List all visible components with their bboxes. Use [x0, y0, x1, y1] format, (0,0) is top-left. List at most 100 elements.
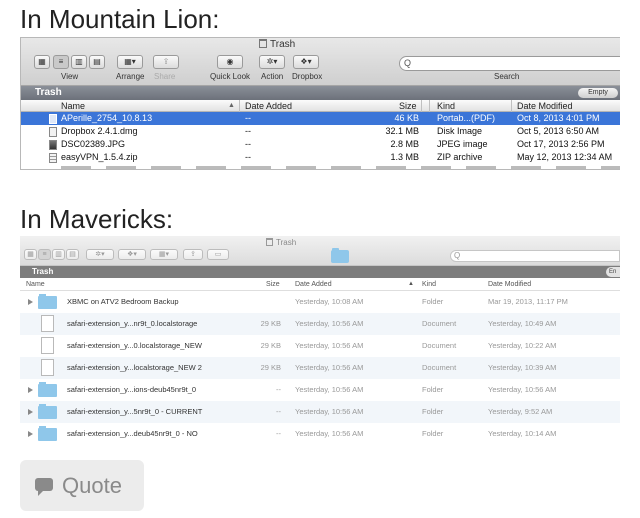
action-button[interactable]: ✲▾: [86, 249, 114, 260]
file-date-added: Yesterday, 10:56 AM: [295, 429, 364, 438]
trash-icon: [266, 238, 273, 246]
coverflow-view-button[interactable]: ▤: [89, 55, 105, 69]
dropbox-button[interactable]: ❖▾: [118, 249, 146, 260]
action-label: Action: [261, 72, 284, 81]
file-kind: Document: [422, 341, 457, 350]
disclosure-triangle-icon[interactable]: [28, 387, 33, 393]
trash-icon: [259, 39, 267, 48]
file-row[interactable]: safari-extension_y...nr9t_0.localstorage…: [20, 313, 620, 335]
arrange-label: Arrange: [116, 72, 145, 81]
column-divider: [239, 100, 240, 112]
search-field[interactable]: Q: [399, 56, 620, 71]
file-row[interactable]: safari-extension_y...0.localstorage_NEW …: [20, 335, 620, 357]
file-row[interactable]: easyVPN_1.5.4.zip -- 1.3 MB ZIP archive …: [21, 151, 620, 164]
heading-mountain-lion: In Mountain Lion:: [20, 4, 220, 34]
file-kind: Document: [422, 363, 457, 372]
share-button[interactable]: ⇪: [153, 55, 179, 69]
file-row[interactable]: safari-extension_y...5nr9t_0 - CURRENT -…: [20, 401, 620, 423]
empty-trash-button[interactable]: En: [606, 267, 620, 277]
file-date-added: Yesterday, 10:56 AM: [295, 319, 364, 328]
icon-view-button[interactable]: ▦: [34, 55, 50, 69]
dmg-icon: [49, 127, 57, 137]
column-header-kind[interactable]: Kind: [422, 278, 436, 291]
file-kind: Folder: [422, 385, 444, 394]
quote-label: Quote: [62, 473, 122, 498]
file-name: safari-extension_y...0.localstorage_NEW: [67, 341, 202, 350]
gear-icon: ✲▾: [266, 57, 278, 66]
file-date-added: --: [245, 139, 251, 149]
quick-look-label: Quick Look: [210, 72, 251, 81]
path-label: Trash: [32, 267, 54, 276]
tags-button[interactable]: ▭: [207, 249, 229, 260]
column-header-size[interactable]: Size: [266, 278, 280, 291]
dropbox-icon: ❖▾: [300, 57, 312, 66]
column-header-date-modified[interactable]: Date Modified: [517, 100, 573, 112]
file-row[interactable]: safari-extension_y...ions-deub45nr9t_0 -…: [20, 379, 620, 401]
toolbar: Trash ▦ ≡ ▥ ▤ View ▦▾ Arrange ⇪ Share ◉ …: [21, 38, 620, 86]
mavericks-finder-window: Trash ▦ ≡ ▥ ▤ ✲▾ ❖▾ ▦▾ ⇪ ▭ Q Trash En Na…: [20, 236, 620, 448]
file-date-added: Yesterday, 10:56 AM: [295, 385, 364, 394]
path-label: Trash: [35, 87, 62, 98]
file-date-added: Yesterday, 10:56 AM: [295, 407, 364, 416]
column-header-date-modified[interactable]: Date Modified: [488, 278, 531, 291]
empty-trash-button[interactable]: Empty: [578, 88, 618, 98]
document-icon: [41, 315, 54, 332]
disclosure-triangle-icon[interactable]: [28, 409, 33, 415]
file-row[interactable]: safari-extension_y...deub45nr9t_0 - NO -…: [20, 423, 620, 445]
column-view-button[interactable]: ▥: [71, 55, 87, 69]
disclosure-triangle-icon[interactable]: [28, 431, 33, 437]
column-header-name[interactable]: Name: [26, 278, 45, 291]
file-row[interactable]: XBMC on ATV2 Bedroom Backup Yesterday, 1…: [20, 291, 620, 313]
file-kind: Folder: [422, 297, 444, 306]
file-size: 46 KB: [394, 113, 419, 123]
column-header-kind[interactable]: Kind: [437, 100, 455, 112]
column-header-date-added[interactable]: Date Added: [245, 100, 292, 112]
disclosure-triangle-icon[interactable]: [28, 299, 33, 305]
file-name: easyVPN_1.5.4.zip: [61, 152, 138, 162]
file-date-modified: May 12, 2013 12:34 AM: [517, 152, 613, 162]
file-name: safari-extension_y...nr9t_0.localstorage: [67, 319, 198, 328]
view-label: View: [61, 72, 79, 81]
search-icon: Q: [404, 58, 412, 68]
list-view-button[interactable]: ≡: [53, 55, 69, 69]
arrange-button[interactable]: ▦▾: [117, 55, 143, 69]
list-view-button[interactable]: ≡: [38, 249, 51, 260]
zip-icon: [49, 153, 57, 163]
file-size: --: [276, 429, 281, 438]
file-row[interactable]: DSC02389.JPG -- 2.8 MB JPEG image Oct 17…: [21, 138, 620, 151]
jpeg-icon: [49, 140, 57, 150]
dropbox-label: Dropbox: [292, 72, 323, 81]
quick-look-button[interactable]: ◉: [217, 55, 243, 69]
folder-icon: [38, 294, 57, 309]
column-header-name[interactable]: Name: [61, 100, 85, 112]
file-date-added: --: [245, 152, 251, 162]
search-field[interactable]: Q: [450, 250, 620, 262]
file-date-modified: Oct 17, 2013 2:56 PM: [517, 139, 605, 149]
share-button[interactable]: ⇪: [183, 249, 203, 260]
file-name: Dropbox 2.4.1.dmg: [61, 126, 138, 136]
file-size: 1.3 MB: [390, 152, 419, 162]
file-row[interactable]: safari-extension_y...localstorage_NEW 2 …: [20, 357, 620, 379]
column-view-button[interactable]: ▥: [52, 249, 65, 260]
file-kind: JPEG image: [437, 139, 488, 149]
file-date-added: --: [245, 126, 251, 136]
file-name: safari-extension_y...deub45nr9t_0 - NO: [67, 429, 198, 438]
arrange-button[interactable]: ▦▾: [150, 249, 178, 260]
column-header-date-added[interactable]: Date Added: [295, 278, 332, 291]
action-button[interactable]: ✲▾: [259, 55, 285, 69]
file-row[interactable]: Dropbox 2.4.1.dmg -- 32.1 MB Disk Image …: [21, 125, 620, 138]
column-header-size[interactable]: Size: [399, 100, 417, 112]
coverflow-view-button[interactable]: ▤: [66, 249, 79, 260]
eye-icon: ◉: [226, 57, 234, 66]
icon-view-button[interactable]: ▦: [24, 249, 37, 260]
file-date-modified: Yesterday, 10:39 AM: [488, 363, 557, 372]
quote-button[interactable]: Quote: [20, 460, 144, 511]
file-row[interactable]: APerille_2754_10.8.13 -- 46 KB Portab...…: [21, 112, 620, 125]
file-name: safari-extension_y...localstorage_NEW 2: [67, 363, 202, 372]
document-icon: [41, 359, 54, 376]
file-date-added: Yesterday, 10:56 AM: [295, 363, 364, 372]
column-header-row: Name Size Date Added ▲ Kind Date Modifie…: [20, 278, 620, 291]
file-date-added: Yesterday, 10:56 AM: [295, 341, 364, 350]
dropbox-button[interactable]: ❖▾: [293, 55, 319, 69]
dropbox-icon: ❖▾: [127, 251, 137, 258]
